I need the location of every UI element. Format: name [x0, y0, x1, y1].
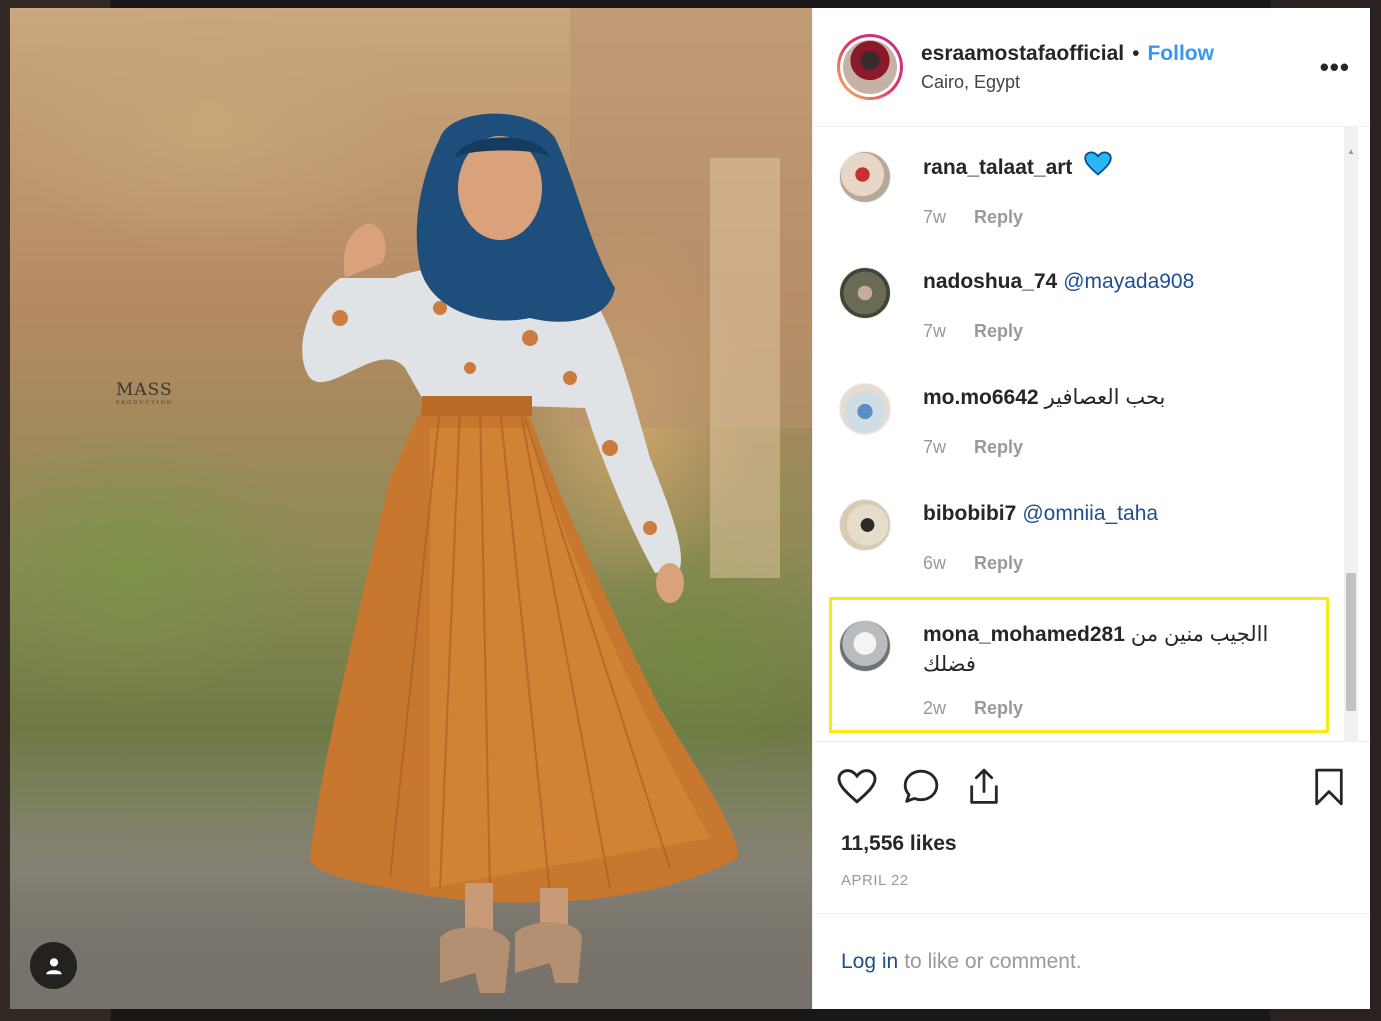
commenter-username[interactable]: bibobibi7	[923, 502, 1016, 525]
comment-meta: 7w Reply	[923, 437, 1165, 458]
watermark-text: MASS	[116, 380, 173, 400]
login-prompt: Log in to like or comment.	[813, 913, 1370, 1009]
comment-body: mona_mohamed281 االجيب منين من فضلك 2w Re…	[923, 620, 1313, 730]
follow-button[interactable]: Follow	[1147, 42, 1214, 66]
author-avatar[interactable]	[837, 34, 903, 100]
save-button[interactable]	[1312, 767, 1346, 807]
reply-button[interactable]: Reply	[974, 321, 1023, 342]
bookmark-icon	[1315, 768, 1343, 806]
comment-item: nadoshua_74 @mayada908 7w Reply	[829, 259, 1329, 342]
commenter-avatar[interactable]	[839, 383, 891, 435]
commenter-username[interactable]: mo.mo6642	[923, 386, 1039, 409]
author-username[interactable]: esraamostafaofficial	[921, 42, 1124, 66]
reply-button[interactable]: Reply	[974, 698, 1023, 719]
commenter-username[interactable]: mona_mohamed281	[923, 623, 1125, 646]
comment-item: mo.mo6642 بحب العصافير 7w Reply	[829, 375, 1329, 458]
comment-time[interactable]: 7w	[923, 321, 946, 342]
share-icon	[970, 768, 998, 804]
commenter-avatar[interactable]	[839, 499, 891, 551]
more-options-icon[interactable]: •••	[1320, 54, 1350, 80]
scroll-up-arrow-icon[interactable]: ▲	[1344, 147, 1358, 161]
post-modal: MASS PRODUCTION esraamostafaofficial • F…	[10, 8, 1370, 1009]
share-button[interactable]	[965, 767, 1003, 807]
highlighted-comment-item: mona_mohamed281 االجيب منين من فضلك 2w Re…	[829, 597, 1329, 733]
comment-text: bibobibi7 @omniia_taha	[923, 499, 1158, 529]
commenter-username[interactable]: rana_talaat_art	[923, 156, 1072, 179]
watermark-sub: PRODUCTION	[116, 400, 174, 406]
photo-watermark: MASS PRODUCTION	[116, 380, 173, 406]
like-button[interactable]	[837, 769, 877, 805]
avatar-inner	[840, 37, 900, 97]
comment-mention[interactable]: @mayada908	[1063, 270, 1194, 293]
comment-body: nadoshua_74 @mayada908 7w Reply	[923, 267, 1194, 342]
commenter-avatar[interactable]	[839, 620, 891, 672]
comment-item: rana_talaat_art 7w Reply	[829, 143, 1329, 228]
comment-body: bibobibi7 @omniia_taha 6w Reply	[923, 499, 1158, 574]
reply-button[interactable]: Reply	[974, 437, 1023, 458]
comment-item: bibobibi7 @omniia_taha 6w Reply	[829, 491, 1329, 574]
post-date[interactable]: APRIL 22	[813, 856, 1370, 889]
comment-button[interactable]	[901, 768, 941, 806]
tagged-users-button[interactable]	[30, 942, 77, 989]
comment-time[interactable]: 7w	[923, 207, 946, 228]
comment-message: بحب العصافير	[1044, 386, 1166, 409]
header-text: esraamostafaofficial • Follow Cairo, Egy…	[921, 42, 1320, 93]
post-photo: MASS PRODUCTION	[10, 8, 812, 1009]
comment-time[interactable]: 7w	[923, 437, 946, 458]
commenter-username[interactable]: nadoshua_74	[923, 270, 1057, 293]
commenter-avatar[interactable]	[839, 151, 891, 203]
comment-meta: 7w Reply	[923, 207, 1112, 228]
comment-body: mo.mo6642 بحب العصافير 7w Reply	[923, 383, 1165, 458]
post-header: esraamostafaofficial • Follow Cairo, Egy…	[813, 8, 1370, 127]
comment-text: rana_talaat_art	[923, 151, 1112, 183]
comment-meta: 6w Reply	[923, 553, 1158, 574]
comment-body: rana_talaat_art 7w Reply	[923, 151, 1112, 228]
scrollbar-thumb[interactable]	[1346, 573, 1356, 711]
comment-text: nadoshua_74 @mayada908	[923, 267, 1194, 297]
heart-icon	[837, 769, 877, 804]
blue-heart-icon	[1084, 151, 1112, 176]
comment-time[interactable]: 6w	[923, 553, 946, 574]
comment-meta: 7w Reply	[923, 321, 1194, 342]
commenter-avatar[interactable]	[839, 267, 891, 319]
reply-button[interactable]: Reply	[974, 207, 1023, 228]
comment-mention[interactable]: @omniia_taha	[1022, 502, 1158, 525]
comment-text: mo.mo6642 بحب العصافير	[923, 383, 1165, 413]
header-line: esraamostafaofficial • Follow	[921, 42, 1320, 66]
post-side-panel: esraamostafaofficial • Follow Cairo, Egy…	[812, 8, 1370, 1009]
photo-figure	[302, 8, 812, 993]
user-icon	[45, 957, 62, 974]
comment-time[interactable]: 2w	[923, 698, 946, 719]
likes-count[interactable]: 11,556 likes	[813, 832, 1370, 856]
action-bar	[813, 742, 1370, 832]
comments-list[interactable]: ▲ rana_talaat_art 7w Reply nadoshua_74 @…	[813, 127, 1370, 742]
author-avatar-image	[843, 40, 897, 94]
reply-button[interactable]: Reply	[974, 553, 1023, 574]
separator-dot: •	[1132, 41, 1140, 65]
comment-meta: 2w Reply	[923, 698, 1313, 719]
login-link[interactable]: Log in	[841, 950, 898, 974]
post-location[interactable]: Cairo, Egypt	[921, 72, 1320, 93]
login-prompt-text: to like or comment.	[904, 949, 1082, 973]
comment-bubble-icon	[903, 769, 939, 803]
comment-text: mona_mohamed281 االجيب منين من فضلك	[923, 620, 1313, 680]
